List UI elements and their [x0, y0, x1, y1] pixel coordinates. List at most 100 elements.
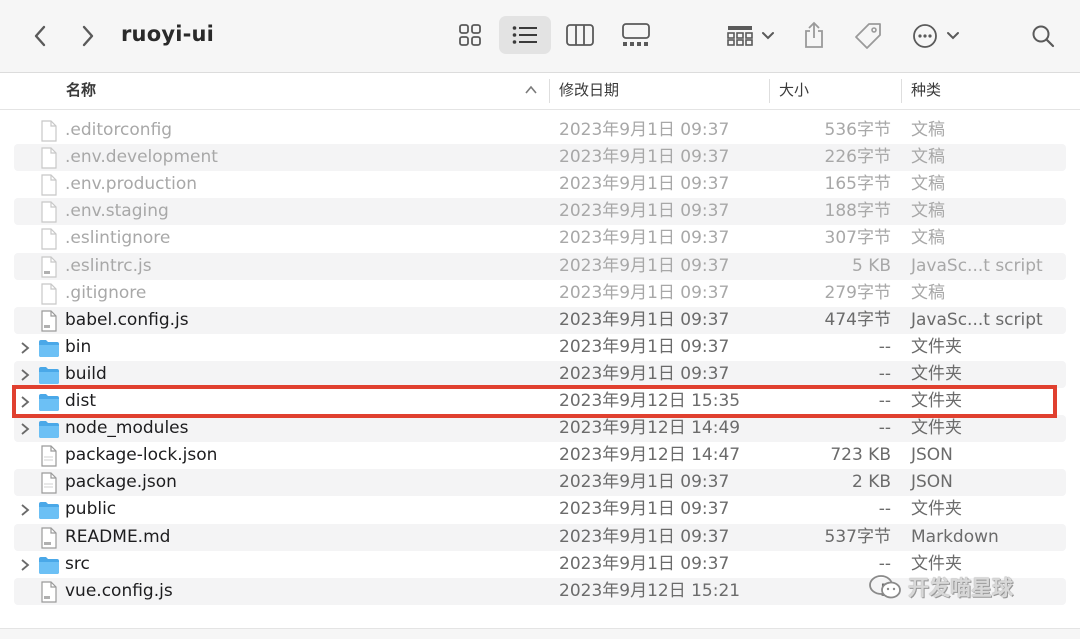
modified-date: 2023年9月1日 09:37	[559, 472, 730, 493]
icon-view-button[interactable]	[455, 20, 485, 50]
header-date[interactable]: 修改日期	[559, 73, 619, 109]
dist-highlight-box	[12, 385, 1057, 418]
folder-icon	[39, 339, 59, 357]
file-kind: 文件夹	[911, 499, 962, 520]
file-row[interactable]: .env.production 2023年9月1日 09:37 165字节 文稿	[14, 171, 1066, 198]
json-file-icon	[41, 472, 57, 494]
file-row[interactable]: package-lock.json 2023年9月12日 14:47 723 KB J…	[14, 442, 1066, 469]
file-size: --	[878, 499, 891, 520]
wechat-icon	[869, 575, 901, 599]
disclosure-chevron-icon[interactable]	[20, 503, 30, 517]
modified-date: 2023年9月1日 09:37	[559, 201, 730, 222]
disclosure-chevron-icon[interactable]	[20, 422, 30, 436]
js-file-icon	[41, 581, 57, 603]
more-actions-button[interactable]	[911, 22, 963, 50]
file-size: 537字节	[824, 526, 891, 547]
disclosure-chevron-icon[interactable]	[20, 558, 30, 572]
tag-button[interactable]	[852, 20, 884, 52]
file-row[interactable]: .env.staging 2023年9月1日 09:37 188字节 文稿	[14, 198, 1066, 226]
file-row[interactable]: README.md 2023年9月1日 09:37 537字节 Markdown	[14, 523, 1066, 551]
sort-ascending-icon[interactable]	[524, 83, 538, 97]
header-name[interactable]: 名称	[66, 73, 96, 109]
file-kind: 文稿	[911, 282, 945, 303]
list-icon	[512, 26, 537, 44]
file-kind: JavaSc...t script	[911, 255, 1043, 276]
share-button[interactable]	[801, 20, 827, 50]
js-file-icon	[41, 255, 57, 278]
file-name: package-lock.json	[65, 445, 218, 466]
file-name: .editorconfig	[65, 120, 173, 140]
file-name: bin	[65, 336, 92, 357]
disclosure-chevron-icon[interactable]	[20, 368, 30, 382]
modified-date: 2023年9月1日 09:37	[559, 499, 730, 520]
file-kind: JavaSc...t script	[911, 309, 1043, 330]
modified-date: 2023年9月12日 14:47	[559, 445, 741, 466]
file-row[interactable]: .editorconfig 2023年9月1日 09:37 536字节 文稿	[14, 117, 1066, 144]
watermark-text: 开发喵星球	[908, 576, 1013, 600]
header-divider[interactable]	[901, 79, 902, 103]
file-name: .gitignore	[65, 282, 147, 303]
file-name: .env.staging	[65, 201, 169, 222]
column-header: 名称 修改日期 大小 种类	[0, 73, 1080, 110]
document-icon	[41, 147, 57, 169]
file-name: .env.production	[65, 174, 198, 195]
toolbar: ruoyi-ui	[0, 0, 1080, 73]
column-view-button[interactable]	[565, 22, 595, 48]
file-kind: Markdown	[911, 526, 999, 547]
document-icon	[41, 174, 57, 196]
modified-date: 2023年9月1日 09:37	[559, 120, 730, 140]
file-name: public	[65, 499, 117, 520]
grid-icon	[459, 24, 481, 46]
file-row[interactable]: .gitignore 2023年9月1日 09:37 279字节 文稿	[14, 280, 1066, 307]
file-name: .eslintrc.js	[65, 255, 152, 276]
file-kind: 文稿	[911, 228, 945, 249]
modified-date: 2023年9月1日 09:37	[559, 228, 730, 249]
modified-date: 2023年9月12日 15:21	[559, 580, 741, 601]
header-divider[interactable]	[549, 79, 550, 103]
file-size: 474字节	[824, 309, 891, 330]
file-size: 226字节	[824, 147, 891, 168]
modified-date: 2023年9月1日 09:37	[559, 363, 730, 384]
forward-button[interactable]	[76, 22, 100, 50]
columns-icon	[566, 24, 594, 46]
file-kind: JSON	[911, 445, 953, 466]
header-kind[interactable]: 种类	[911, 73, 941, 109]
search-button[interactable]	[1029, 22, 1057, 50]
file-size: --	[878, 363, 891, 384]
folder-row[interactable]: public 2023年9月1日 09:37 -- 文件夹	[14, 496, 1066, 523]
gallery-view-button[interactable]	[620, 22, 652, 48]
file-row[interactable]: .eslintignore 2023年9月1日 09:37 307字节 文稿	[14, 225, 1066, 252]
file-row[interactable]: .env.development 2023年9月1日 09:37 226字节 文稿	[14, 144, 1066, 172]
chevron-left-icon	[34, 25, 46, 47]
share-icon	[805, 21, 823, 48]
disclosure-chevron-icon[interactable]	[20, 341, 30, 355]
modified-date: 2023年9月1日 09:37	[559, 553, 730, 574]
file-row[interactable]: .eslintrc.js 2023年9月1日 09:37 5 KB JavaSc...…	[14, 252, 1066, 280]
document-icon	[41, 228, 57, 250]
folder-row[interactable]: bin 2023年9月1日 09:37 -- 文件夹	[14, 334, 1066, 361]
group-button[interactable]	[724, 22, 776, 48]
file-size: 307字节	[824, 228, 891, 249]
status-bar	[0, 628, 1080, 639]
header-divider[interactable]	[769, 79, 770, 103]
file-row[interactable]: package.json 2023年9月1日 09:37 2 KB JSON	[14, 469, 1066, 497]
folder-row[interactable]: node_modules 2023年9月12日 14:49 -- 文件夹	[14, 415, 1066, 443]
modified-date: 2023年9月1日 09:37	[559, 255, 730, 276]
folder-row[interactable]: build 2023年9月1日 09:37 -- 文件夹	[14, 360, 1066, 388]
file-kind: JSON	[911, 472, 953, 493]
file-name: node_modules	[65, 418, 189, 439]
file-name: README.md	[65, 526, 171, 547]
js-file-icon	[41, 310, 57, 332]
list-view-icon-wrap	[511, 22, 539, 48]
file-row[interactable]: babel.config.js 2023年9月1日 09:37 474字节 JavaS…	[14, 306, 1066, 334]
file-size: 279字节	[824, 282, 891, 303]
file-kind: 文稿	[911, 147, 945, 168]
file-size: 165字节	[824, 174, 891, 195]
file-size: 2 KB	[851, 472, 891, 493]
file-name: .eslintignore	[65, 228, 171, 249]
folder-icon	[39, 366, 59, 384]
file-name: .env.development	[65, 147, 218, 168]
file-name: package.json	[65, 472, 177, 493]
back-button[interactable]	[28, 22, 52, 50]
header-size[interactable]: 大小	[779, 73, 809, 109]
